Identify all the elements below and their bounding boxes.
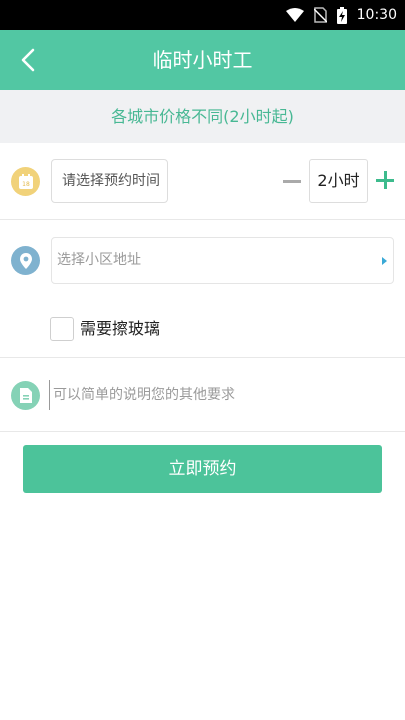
back-button[interactable] xyxy=(8,40,48,80)
status-bar: 10:30 xyxy=(0,0,405,30)
status-time: 10:30 xyxy=(356,7,397,23)
svg-text:18: 18 xyxy=(22,181,30,188)
address-select[interactable]: 选择小区地址 xyxy=(51,237,394,284)
glass-cleaning-checkbox[interactable] xyxy=(50,317,74,341)
location-pin-icon xyxy=(11,246,40,275)
divider xyxy=(0,357,405,358)
status-icons: 10:30 xyxy=(285,5,397,25)
increase-hours-button[interactable] xyxy=(373,167,397,195)
glass-cleaning-label: 需要擦玻璃 xyxy=(80,319,161,338)
no-sim-icon xyxy=(313,7,327,23)
divider xyxy=(0,431,405,432)
page-title: 临时小时工 xyxy=(152,48,253,72)
wifi-icon xyxy=(285,7,304,22)
minus-icon xyxy=(283,179,301,183)
address-placeholder: 选择小区地址 xyxy=(57,252,141,268)
time-select-input[interactable]: 请选择预约时间 xyxy=(51,159,168,203)
divider xyxy=(0,219,405,220)
battery-charging-icon xyxy=(336,6,347,24)
calendar-icon: 18 xyxy=(11,167,40,196)
app-bar: 临时小时工 xyxy=(0,30,405,90)
duration-value: 2小时 xyxy=(309,159,368,203)
book-now-button[interactable]: 立即预约 xyxy=(23,445,382,493)
note-icon xyxy=(11,381,40,410)
price-notice: 各城市价格不同(2小时起) xyxy=(0,90,405,143)
remark-input[interactable]: 可以简单的说明您的其他要求 xyxy=(49,380,394,410)
arrow-right-icon xyxy=(382,257,387,265)
decrease-hours-button[interactable] xyxy=(280,164,304,198)
chevron-left-icon xyxy=(21,48,35,72)
